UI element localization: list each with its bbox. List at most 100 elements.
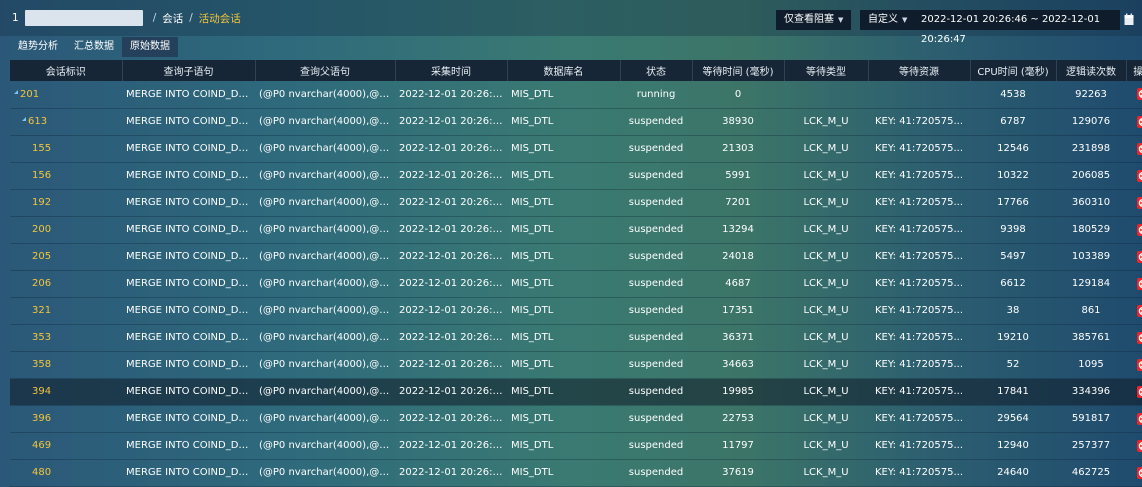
session-id-cell[interactable]: 321 — [10, 297, 122, 324]
parent-query-cell[interactable]: (@P0 nvarchar(4000),@P... — [255, 270, 395, 297]
session-id-cell[interactable]: 201 — [10, 81, 122, 108]
wait-resource-cell[interactable] — [868, 81, 970, 108]
sub-query-cell[interactable]: MERGE INTO COIND_DS_... — [122, 351, 255, 378]
sub-query-cell[interactable]: MERGE INTO COIND_DS_... — [122, 459, 255, 486]
kill-session-icon[interactable] — [1137, 223, 1142, 236]
kill-session-icon[interactable] — [1137, 115, 1142, 128]
parent-query-cell[interactable]: (@P0 nvarchar(4000),@P... — [255, 405, 395, 432]
kill-session-icon[interactable] — [1137, 277, 1142, 290]
sub-query-cell[interactable]: MERGE INTO COIND_DS_... — [122, 189, 255, 216]
parent-query-cell[interactable]: (@P0 nvarchar(4000),@P... — [255, 243, 395, 270]
kill-session-icon[interactable] — [1137, 358, 1142, 371]
sub-query-cell[interactable]: MERGE INTO COIND_DS_... — [122, 108, 255, 135]
sub-query-cell[interactable]: MERGE INTO COIND_DS_... — [122, 405, 255, 432]
table-row[interactable]: 155 MERGE INTO COIND_DS_... (@P0 nvarchar(… — [10, 135, 1142, 162]
kill-session-icon[interactable] — [1137, 250, 1142, 263]
session-id-cell[interactable]: 469 — [10, 432, 122, 459]
wait-resource-cell[interactable]: KEY: 41:720575... — [868, 108, 970, 135]
column-header-wait-type[interactable]: 等待类型 — [784, 60, 869, 81]
wait-resource-cell[interactable]: KEY: 41:720575... — [868, 378, 970, 405]
blocked-only-dropdown[interactable]: 仅查看阻塞 ▼ — [776, 10, 852, 30]
sub-query-cell[interactable]: MERGE INTO COIND_DS_... — [122, 81, 255, 108]
expand-triangle-icon[interactable] — [14, 89, 18, 94]
tab-trend-analysis[interactable]: 趋势分析 — [10, 37, 66, 57]
sub-query-cell[interactable]: MERGE INTO COIND_DS_... — [122, 135, 255, 162]
kill-session-icon[interactable] — [1137, 196, 1142, 209]
session-id-cell[interactable]: 358 — [10, 351, 122, 378]
table-row[interactable]: 206 MERGE INTO COIND_DS_... (@P0 nvarchar(… — [10, 270, 1142, 297]
kill-session-icon[interactable] — [1137, 142, 1142, 155]
session-id-cell[interactable]: 205 — [10, 243, 122, 270]
session-id-cell[interactable]: 353 — [10, 324, 122, 351]
wait-resource-cell[interactable]: KEY: 41:720575... — [868, 162, 970, 189]
table-row[interactable]: 396 MERGE INTO COIND_DS_... (@P0 nvarchar(… — [10, 405, 1142, 432]
kill-session-icon[interactable] — [1137, 169, 1142, 182]
kill-session-icon[interactable] — [1137, 466, 1142, 479]
parent-query-cell[interactable]: (@P0 nvarchar(4000),@P... — [255, 81, 395, 108]
column-header-wait-time[interactable]: 等待时间 (毫秒) — [692, 60, 785, 81]
kill-session-icon[interactable] — [1137, 439, 1142, 452]
column-header-logical-reads[interactable]: 逻辑读次数 — [1056, 60, 1127, 81]
sub-query-cell[interactable]: MERGE INTO COIND_DS_... — [122, 378, 255, 405]
wait-resource-cell[interactable]: KEY: 41:720575... — [868, 405, 970, 432]
sub-query-cell[interactable]: MERGE INTO COIND_DS_... — [122, 243, 255, 270]
sub-query-cell[interactable]: MERGE INTO COIND_DS_... — [122, 162, 255, 189]
session-id-cell[interactable]: 200 — [10, 216, 122, 243]
session-id-cell[interactable]: 480 — [10, 459, 122, 486]
session-id-cell[interactable]: 396 — [10, 405, 122, 432]
table-row[interactable]: 321 MERGE INTO COIND_DS_... (@P0 nvarchar(… — [10, 297, 1142, 324]
sub-query-cell[interactable]: MERGE INTO COIND_DS_... — [122, 297, 255, 324]
table-row[interactable]: 480 MERGE INTO COIND_DS_... (@P0 nvarchar(… — [10, 459, 1142, 486]
parent-query-cell[interactable]: (@P0 nvarchar(4000),@P... — [255, 324, 395, 351]
wait-resource-cell[interactable]: KEY: 41:720575... — [868, 216, 970, 243]
table-row[interactable]: 201 MERGE INTO COIND_DS_... (@P0 nvarchar(… — [10, 81, 1142, 108]
wait-resource-cell[interactable]: KEY: 41:720575... — [868, 189, 970, 216]
kill-session-icon[interactable] — [1137, 88, 1142, 101]
custom-range-dropdown[interactable]: 自定义 ▼ — [860, 10, 916, 30]
table-row[interactable]: 200 MERGE INTO COIND_DS_... (@P0 nvarchar(… — [10, 216, 1142, 243]
calendar-icon[interactable] — [1124, 13, 1134, 26]
parent-query-cell[interactable]: (@P0 nvarchar(4000),@P... — [255, 297, 395, 324]
tab-raw-data[interactable]: 原始数据 — [122, 37, 178, 57]
sub-query-cell[interactable]: MERGE INTO COIND_DS_... — [122, 432, 255, 459]
sub-query-cell[interactable]: MERGE INTO COIND_DS_... — [122, 324, 255, 351]
tab-summary-data[interactable]: 汇总数据 — [66, 37, 122, 57]
parent-query-cell[interactable]: (@P0 nvarchar(4000),@P... — [255, 135, 395, 162]
column-header-session-id[interactable]: 会话标识 — [10, 60, 123, 81]
column-header-wait-resource[interactable]: 等待资源 — [868, 60, 971, 81]
breadcrumb-sessions[interactable]: 会话 — [162, 11, 183, 26]
column-header-parent-query[interactable]: 查询父语句 — [255, 60, 396, 81]
parent-query-cell[interactable]: (@P0 nvarchar(4000),@P... — [255, 108, 395, 135]
table-row[interactable]: 205 MERGE INTO COIND_DS_... (@P0 nvarchar(… — [10, 243, 1142, 270]
table-row[interactable]: 192 MERGE INTO COIND_DS_... (@P0 nvarchar(… — [10, 189, 1142, 216]
parent-query-cell[interactable]: (@P0 nvarchar(4000),@P... — [255, 162, 395, 189]
parent-query-cell[interactable]: (@P0 nvarchar(4000),@P... — [255, 189, 395, 216]
table-row[interactable]: 358 MERGE INTO COIND_DS_... (@P0 nvarchar(… — [10, 351, 1142, 378]
wait-resource-cell[interactable]: KEY: 41:720575... — [868, 270, 970, 297]
session-id-cell[interactable]: 156 — [10, 162, 122, 189]
table-row[interactable]: 613 MERGE INTO COIND_DS_... (@P0 nvarchar(… — [10, 108, 1142, 135]
wait-resource-cell[interactable]: KEY: 41:720575... — [868, 243, 970, 270]
wait-resource-cell[interactable]: KEY: 41:720575... — [868, 297, 970, 324]
parent-query-cell[interactable]: (@P0 nvarchar(4000),@P... — [255, 459, 395, 486]
wait-resource-cell[interactable]: KEY: 41:720575... — [868, 351, 970, 378]
wait-resource-cell[interactable]: KEY: 41:720575... — [868, 135, 970, 162]
kill-session-icon[interactable] — [1137, 412, 1142, 425]
table-row[interactable]: 156 MERGE INTO COIND_DS_... (@P0 nvarchar(… — [10, 162, 1142, 189]
parent-query-cell[interactable]: (@P0 nvarchar(4000),@P... — [255, 216, 395, 243]
column-header-collect-time[interactable]: 采集时间 — [395, 60, 508, 81]
session-id-cell[interactable]: 394 — [10, 378, 122, 405]
session-id-cell[interactable]: 155 — [10, 135, 122, 162]
session-id-cell[interactable]: 613 — [10, 108, 122, 135]
sub-query-cell[interactable]: MERGE INTO COIND_DS_... — [122, 270, 255, 297]
parent-query-cell[interactable]: (@P0 nvarchar(4000),@P... — [255, 351, 395, 378]
column-header-cpu-time[interactable]: CPU时间 (毫秒) — [970, 60, 1057, 81]
expand-triangle-icon[interactable] — [22, 117, 26, 121]
wait-resource-cell[interactable]: KEY: 41:720575... — [868, 324, 970, 351]
column-header-sub-query[interactable]: 查询子语句 — [122, 60, 256, 81]
kill-session-icon[interactable] — [1137, 331, 1142, 344]
sub-query-cell[interactable]: MERGE INTO COIND_DS_... — [122, 216, 255, 243]
kill-session-icon[interactable] — [1137, 304, 1142, 317]
column-header-status[interactable]: 状态 — [620, 60, 693, 81]
session-id-cell[interactable]: 192 — [10, 189, 122, 216]
